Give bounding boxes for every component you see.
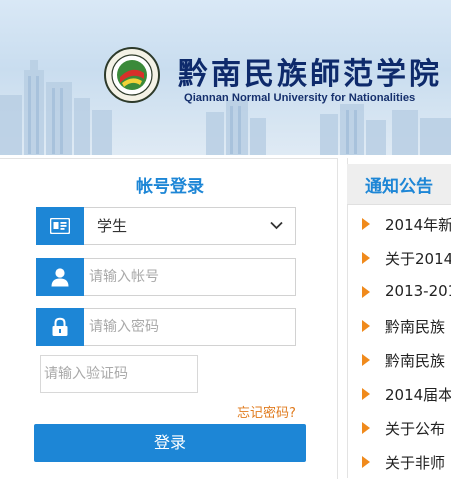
notice-item-text[interactable]: 关于非师 (385, 452, 445, 473)
password-input[interactable]: 请输入密码 (89, 309, 159, 345)
role-select-value: 学生 (97, 217, 128, 235)
notice-item[interactable]: 2013-201 (358, 282, 451, 316)
triangle-right-icon (362, 354, 370, 366)
notice-list: 2014年新 关于2014 2013-201 黔南民族 黔南民族 2014届本 … (358, 214, 451, 486)
password-field[interactable]: 请输入密码 (36, 308, 296, 346)
notice-item[interactable]: 关于2014 (358, 248, 451, 282)
captcha-input[interactable]: 请输入验证码 (44, 356, 128, 392)
triangle-right-icon (362, 388, 370, 400)
lock-icon (36, 308, 84, 346)
triangle-right-icon (362, 286, 370, 298)
login-title: 帐号登录 (136, 177, 204, 197)
triangle-right-icon (362, 456, 370, 468)
notice-item[interactable]: 关于公布 (358, 418, 451, 452)
login-button[interactable]: 登录 (34, 424, 306, 462)
user-icon (36, 258, 84, 296)
notice-item-text[interactable]: 关于2014 (385, 248, 451, 269)
notice-item-text[interactable]: 2014届本 (385, 384, 451, 405)
school-logo (104, 47, 160, 103)
id-card-icon (36, 207, 84, 245)
notice-item-text[interactable]: 2013-201 (385, 282, 451, 300)
header-banner: 黔南民族師范学院 Qiannan Normal University for N… (0, 0, 451, 155)
captcha-field[interactable]: 请输入验证码 (40, 355, 198, 393)
notice-item-text[interactable]: 2014年新 (385, 214, 451, 235)
triangle-right-icon (362, 218, 370, 230)
chevron-down-icon (270, 221, 283, 230)
notice-item[interactable]: 黔南民族 (358, 350, 451, 384)
role-select[interactable]: 学生 (36, 207, 296, 245)
school-name-cn: 黔南民族師范学院 (178, 57, 442, 92)
notice-item[interactable]: 关于非师 (358, 452, 451, 486)
triangle-right-icon (362, 320, 370, 332)
notice-item-text[interactable]: 黔南民族 (385, 350, 445, 371)
username-input[interactable]: 请输入帐号 (89, 259, 159, 295)
username-field[interactable]: 请输入帐号 (36, 258, 296, 296)
school-name-en: Qiannan Normal University for Nationalit… (184, 92, 416, 104)
triangle-right-icon (362, 252, 370, 264)
notice-title: 通知公告 (365, 177, 433, 197)
notice-item[interactable]: 2014届本 (358, 384, 451, 418)
notice-item-text[interactable]: 关于公布 (385, 418, 445, 439)
forgot-password-link[interactable]: 忘记密码? (237, 402, 296, 421)
triangle-right-icon (362, 422, 370, 434)
notice-item[interactable]: 2014年新 (358, 214, 451, 248)
notice-item[interactable]: 黔南民族 (358, 316, 451, 350)
notice-item-text[interactable]: 黔南民族 (385, 316, 445, 337)
